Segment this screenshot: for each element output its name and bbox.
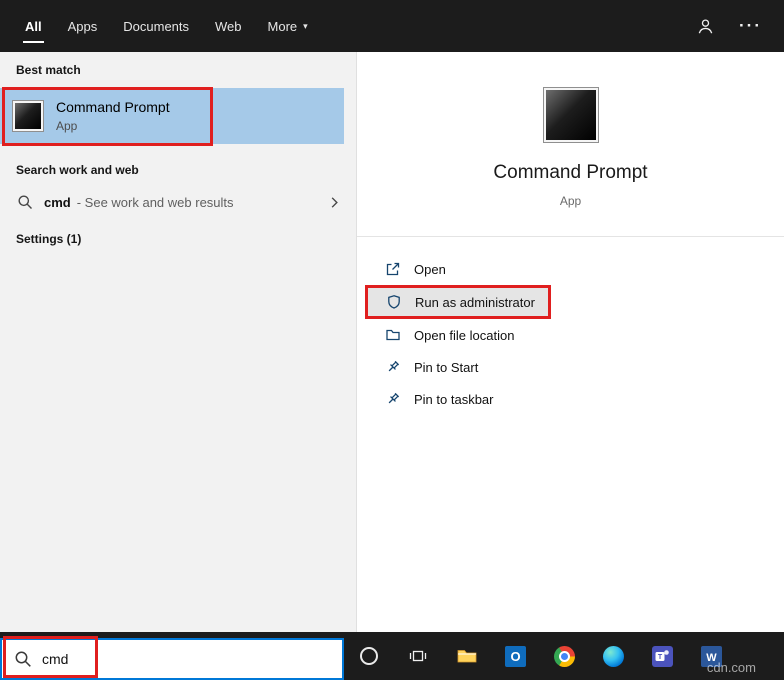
pin-icon bbox=[385, 391, 401, 407]
chevron-right-icon[interactable] bbox=[327, 195, 342, 210]
outlook-tile: O bbox=[505, 645, 526, 667]
tab-more-label: More bbox=[267, 18, 298, 34]
suggestion-query: cmd bbox=[44, 194, 71, 210]
preview-app-title: Command Prompt bbox=[493, 162, 648, 183]
preview-top: Command Prompt App bbox=[357, 52, 784, 208]
tab-apps[interactable]: Apps bbox=[55, 0, 111, 52]
action-pin-to-taskbar[interactable]: Pin to taskbar bbox=[357, 383, 784, 415]
filter-tabs: All Apps Documents Web More ▾ bbox=[0, 0, 321, 52]
search-icon bbox=[17, 194, 33, 210]
command-prompt-icon bbox=[12, 100, 44, 132]
action-open-file-location[interactable]: Open file location bbox=[357, 319, 784, 351]
suggestion-description: - See work and web results bbox=[76, 194, 234, 210]
file-explorer-icon[interactable] bbox=[442, 632, 491, 680]
pin-icon bbox=[385, 359, 401, 375]
action-open-file-location-label: Open file location bbox=[414, 327, 515, 343]
tab-web[interactable]: Web bbox=[202, 0, 255, 52]
topbar-right: ··· bbox=[696, 16, 784, 36]
teams-icon[interactable]: T bbox=[638, 632, 687, 680]
tab-more[interactable]: More ▾ bbox=[255, 0, 321, 52]
preview-divider bbox=[357, 236, 784, 237]
action-open-label: Open bbox=[414, 261, 446, 277]
tab-apps-label: Apps bbox=[67, 18, 98, 34]
action-run-as-administrator[interactable]: Run as administrator bbox=[365, 285, 551, 319]
action-list: Open Run as administrator Open file loca… bbox=[357, 253, 784, 415]
edge-circle bbox=[603, 645, 624, 667]
chrome-circle bbox=[554, 645, 575, 667]
best-match-title: Command Prompt bbox=[56, 99, 170, 115]
search-input-value: cmd bbox=[42, 651, 69, 667]
action-open[interactable]: Open bbox=[357, 253, 784, 285]
tab-all[interactable]: All bbox=[12, 0, 55, 52]
open-icon bbox=[385, 261, 401, 277]
chrome-center bbox=[559, 650, 570, 662]
svg-text:T: T bbox=[658, 654, 663, 661]
cortana-icon[interactable] bbox=[344, 632, 393, 680]
ellipsis-icon[interactable]: ··· bbox=[739, 16, 762, 36]
command-prompt-icon bbox=[542, 87, 599, 143]
outlook-icon[interactable]: O bbox=[491, 632, 540, 680]
search-web-header: Search work and web bbox=[16, 163, 139, 177]
preview-app-subtitle: App bbox=[559, 194, 582, 208]
account-icon[interactable] bbox=[696, 17, 715, 36]
settings-header: Settings (1) bbox=[16, 232, 82, 246]
shield-icon bbox=[386, 294, 402, 310]
action-pin-to-start-label: Pin to Start bbox=[414, 359, 479, 375]
results-panel: Best match Command Prompt App Search wor… bbox=[0, 52, 356, 632]
windows-search-flyout: All Apps Documents Web More ▾ ··· Best m… bbox=[0, 0, 784, 680]
svg-text:W: W bbox=[706, 652, 717, 664]
search-icon bbox=[14, 650, 32, 668]
chrome-icon[interactable] bbox=[540, 632, 589, 680]
taskbar-search-input[interactable]: cmd bbox=[0, 638, 344, 680]
best-match-text: Command Prompt App bbox=[56, 99, 170, 133]
search-results-area: Best match Command Prompt App Search wor… bbox=[0, 52, 784, 632]
cortana-circle bbox=[359, 647, 378, 665]
action-pin-to-taskbar-label: Pin to taskbar bbox=[414, 391, 494, 407]
best-match-subtitle: App bbox=[56, 119, 78, 133]
folder-icon bbox=[385, 327, 401, 343]
tab-documents-label: Documents bbox=[123, 18, 190, 34]
web-suggestion-item[interactable]: cmd - See work and web results bbox=[0, 185, 356, 219]
word-icon[interactable]: W bbox=[687, 632, 736, 680]
action-run-as-administrator-label: Run as administrator bbox=[415, 294, 535, 310]
preview-panel: Command Prompt App Open Run as administr… bbox=[356, 52, 784, 632]
tab-web-label: Web bbox=[215, 18, 242, 34]
taskbar-icons: O T W bbox=[344, 632, 736, 680]
action-pin-to-start[interactable]: Pin to Start bbox=[357, 351, 784, 383]
best-match-header: Best match bbox=[16, 63, 81, 77]
tab-documents[interactable]: Documents bbox=[110, 0, 202, 52]
taskbar: cmd O T W bbox=[0, 632, 784, 680]
task-view-icon[interactable] bbox=[393, 632, 442, 680]
chevron-down-icon: ▾ bbox=[303, 21, 308, 31]
best-match-item[interactable]: Command Prompt App bbox=[0, 88, 344, 144]
search-filter-bar: All Apps Documents Web More ▾ ··· bbox=[0, 0, 784, 52]
edge-icon[interactable] bbox=[589, 632, 638, 680]
tab-all-label: All bbox=[25, 18, 42, 34]
